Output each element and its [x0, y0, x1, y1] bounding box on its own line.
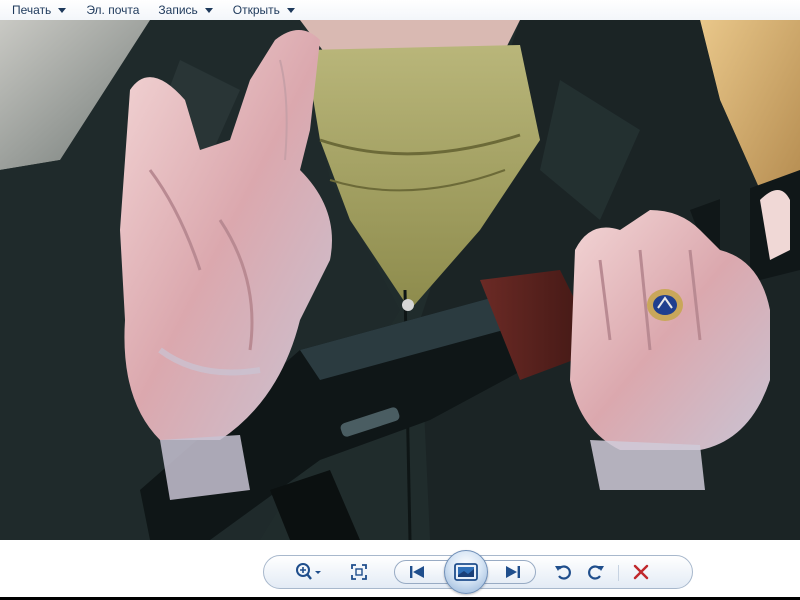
menu-print[interactable]: Печать [12, 3, 67, 17]
rotate-left-button[interactable] [549, 556, 577, 588]
playback-controls [263, 550, 693, 594]
previous-button[interactable] [402, 556, 432, 588]
rotate-clockwise-icon [588, 565, 604, 580]
delete-button[interactable] [626, 556, 656, 588]
fit-window-icon [351, 564, 367, 580]
photo-image [0, 20, 800, 540]
dropdown-arrow-icon [58, 8, 67, 13]
menu-open-label: Открыть [232, 3, 280, 17]
skip-previous-icon [410, 566, 424, 578]
slideshow-icon [454, 563, 478, 581]
actual-size-button[interactable] [344, 556, 374, 588]
menu-open[interactable]: Открыть [233, 3, 295, 17]
menu-email-label: Эл. почта [86, 3, 140, 17]
skip-next-icon [506, 566, 520, 578]
menu-burn[interactable]: Запись [158, 3, 213, 17]
photo-illustration [0, 20, 800, 540]
rotate-counterclockwise-icon [555, 565, 571, 580]
next-button[interactable] [498, 556, 528, 588]
menu-email[interactable]: Эл. почта [86, 3, 139, 17]
zoom-button[interactable] [292, 556, 326, 588]
toolbar-separator [618, 565, 619, 581]
rotate-right-button[interactable] [582, 556, 610, 588]
bottom-toolbar [0, 540, 800, 600]
photo-viewer-window: Печать Эл. почта Запись Открыть [0, 0, 800, 600]
menu-burn-label: Запись [158, 3, 198, 17]
menu-print-label: Печать [12, 3, 52, 17]
dropdown-arrow-icon [286, 8, 295, 13]
dropdown-arrow-icon [204, 8, 213, 13]
magnifier-plus-icon [296, 563, 321, 580]
slideshow-button[interactable] [444, 550, 488, 594]
delete-x-icon [633, 564, 649, 580]
menu-bar: Печать Эл. почта Запись Открыть [0, 0, 800, 20]
